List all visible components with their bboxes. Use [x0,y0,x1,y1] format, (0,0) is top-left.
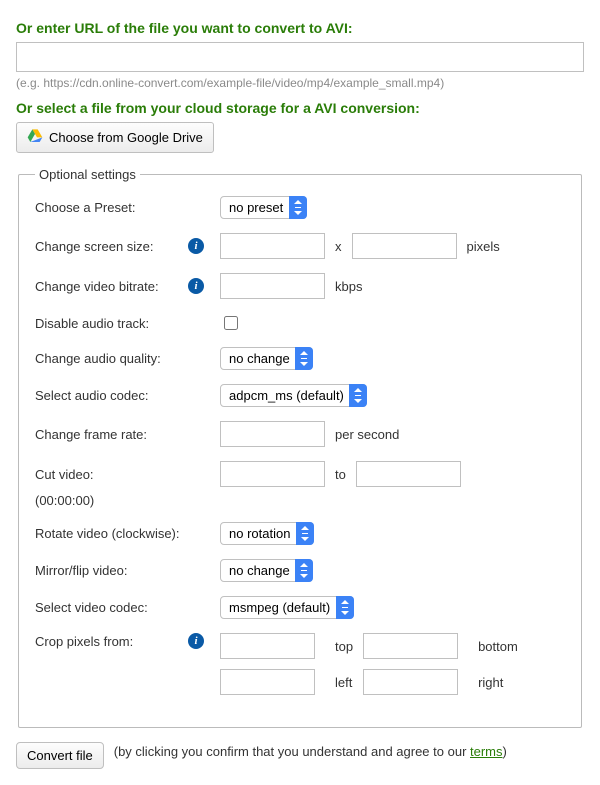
audio-codec-label: Select audio codec: [35,388,148,403]
url-input[interactable] [16,42,584,72]
agree-text: (by clicking you confirm that you unders… [114,742,507,762]
cut-video-hint: (00:00:00) [35,493,565,508]
cut-from-input[interactable] [220,461,325,487]
cloud-heading: Or select a file from your cloud storage… [16,100,584,116]
cut-sep: to [335,467,346,482]
frame-rate-input[interactable] [220,421,325,447]
frame-rate-unit: per second [335,427,399,442]
google-drive-icon [27,128,43,147]
optional-settings-legend: Optional settings [35,167,140,182]
mirror-label: Mirror/flip video: [35,563,127,578]
choose-google-drive-button[interactable]: Choose from Google Drive [16,122,214,153]
mirror-select[interactable]: no change [220,559,313,582]
preset-label: Choose a Preset: [35,200,135,215]
screen-size-label: Change screen size: [35,239,154,254]
frame-rate-label: Change frame rate: [35,427,147,442]
google-drive-label: Choose from Google Drive [49,130,203,145]
audio-quality-label: Change audio quality: [35,351,161,366]
convert-file-button[interactable]: Convert file [16,742,104,769]
video-codec-select[interactable]: msmpeg (default) [220,596,354,619]
disable-audio-checkbox[interactable] [224,316,238,330]
cut-video-label: Cut video: [35,467,94,482]
video-bitrate-input[interactable] [220,273,325,299]
optional-settings-fieldset: Optional settings Choose a Preset: no pr… [18,167,582,728]
preset-select[interactable]: no preset [220,196,307,219]
crop-top-label: top [335,639,353,654]
crop-left-input[interactable] [220,669,315,695]
crop-bottom-input[interactable] [363,633,458,659]
screen-height-input[interactable] [352,233,457,259]
rotate-label: Rotate video (clockwise): [35,526,180,541]
audio-quality-select[interactable]: no change [220,347,313,370]
terms-link[interactable]: terms [470,744,503,759]
screen-size-sep: x [335,239,342,254]
url-heading: Or enter URL of the file you want to con… [16,20,584,36]
crop-right-label: right [478,675,518,690]
disable-audio-label: Disable audio track: [35,316,149,331]
crop-right-input[interactable] [363,669,458,695]
crop-top-input[interactable] [220,633,315,659]
video-codec-label: Select video codec: [35,600,148,615]
audio-codec-select[interactable]: adpcm_ms (default) [220,384,367,407]
cut-to-input[interactable] [356,461,461,487]
info-icon[interactable]: i [188,633,204,649]
crop-left-label: left [335,675,353,690]
info-icon[interactable]: i [188,238,204,254]
crop-bottom-label: bottom [478,639,518,654]
video-bitrate-label: Change video bitrate: [35,279,159,294]
screen-size-unit: pixels [467,239,500,254]
url-example: (e.g. https://cdn.online-convert.com/exa… [16,76,584,90]
crop-label: Crop pixels from: [35,634,133,649]
info-icon[interactable]: i [188,278,204,294]
video-bitrate-unit: kbps [335,279,362,294]
screen-width-input[interactable] [220,233,325,259]
rotate-select[interactable]: no rotation [220,522,314,545]
